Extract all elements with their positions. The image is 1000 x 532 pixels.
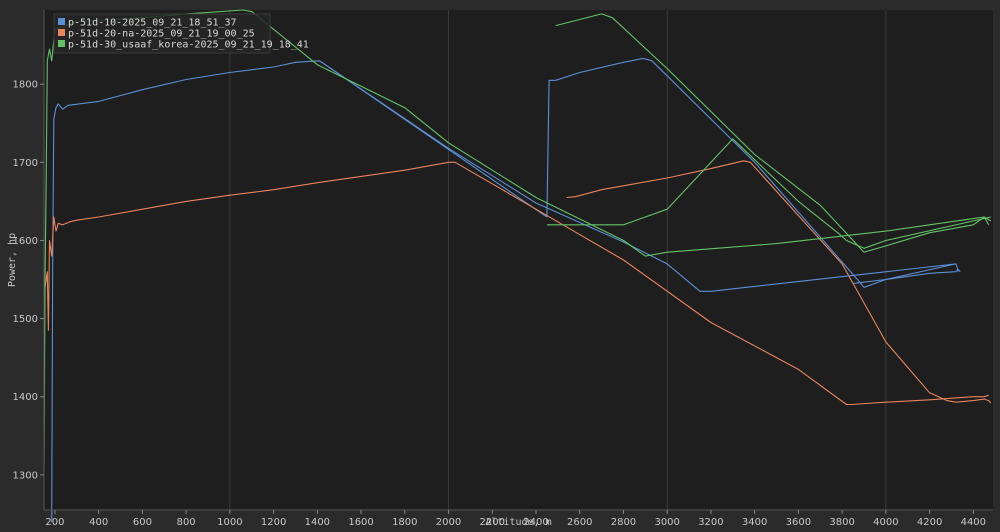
x-tick-label: 3000 — [654, 517, 679, 528]
x-tick-label: 1400 — [305, 517, 330, 528]
plot-area — [44, 10, 993, 510]
y-tick-label: 1400 — [13, 392, 38, 403]
legend-swatch — [58, 40, 65, 47]
legend-entry: p-51d-30_usaaf_korea-2025_09_21_19_18_41 — [68, 40, 309, 51]
chart: 200 400 600 800 1000 1200 1400 1600 1800 2000 2200… — [0, 0, 1000, 532]
x-tick-label: 1800 — [392, 517, 417, 528]
y-axis-label: Power, hp — [7, 233, 18, 287]
x-axis-label: Altitude, m — [485, 517, 551, 528]
legend-swatch — [58, 18, 65, 25]
x-tick-label: 200 — [45, 517, 64, 528]
y-tick-label: 1500 — [13, 314, 38, 325]
x-tick-label: 3200 — [698, 517, 723, 528]
x-tick-label: 1600 — [348, 517, 373, 528]
x-tick-label: 600 — [133, 517, 152, 528]
legend-swatch — [58, 29, 65, 36]
x-tick-label: 3800 — [829, 517, 854, 528]
x-tick-label: 4200 — [917, 517, 942, 528]
legend-entry: p-51d-20-na-2025_09_21_19_00_25 — [68, 29, 255, 40]
x-tick-label: 3600 — [786, 517, 811, 528]
y-tick-label: 1800 — [13, 80, 38, 91]
x-tick-label: 1000 — [217, 517, 242, 528]
x-tick-label: 4000 — [873, 517, 898, 528]
y-tick-label: 1300 — [13, 470, 38, 481]
x-tick-label: 2800 — [611, 517, 636, 528]
x-tick-label: 400 — [89, 517, 108, 528]
x-tick-label: 3400 — [742, 517, 767, 528]
x-tick-label: 1200 — [261, 517, 286, 528]
legend-entry: p-51d-10-2025_09_21_18_51_37 — [68, 18, 237, 29]
x-tick-label: 800 — [177, 517, 196, 528]
x-tick-label: 4400 — [961, 517, 986, 528]
x-tick-label: 2600 — [567, 517, 592, 528]
x-tick-label: 2000 — [436, 517, 461, 528]
y-tick-label: 1700 — [13, 158, 38, 169]
